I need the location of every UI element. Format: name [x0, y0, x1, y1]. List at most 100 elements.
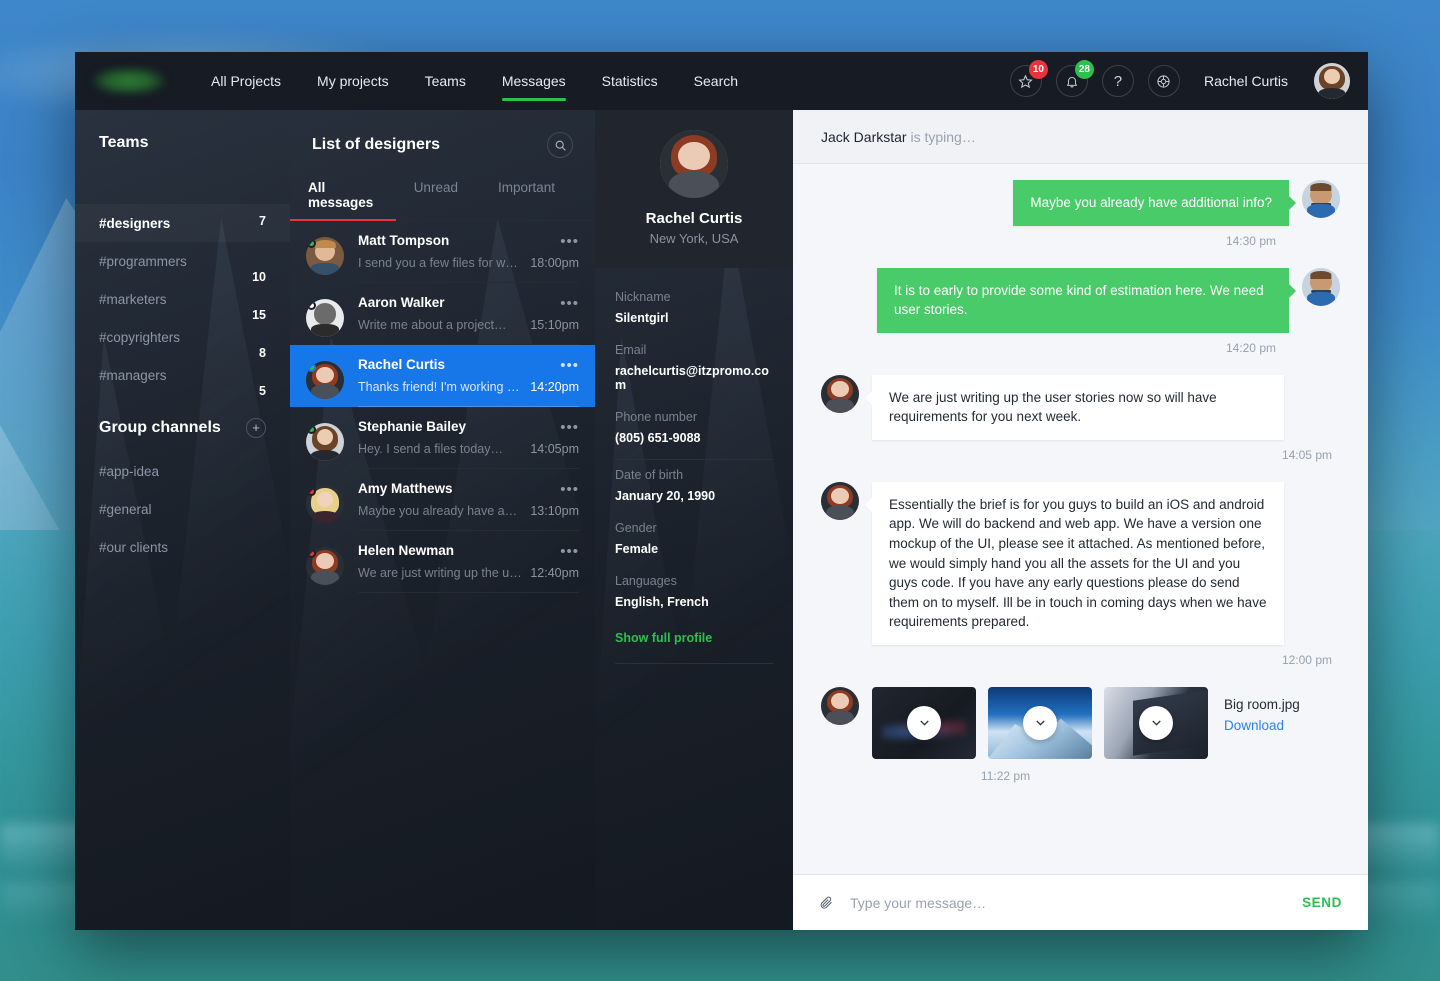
list-item[interactable]: Matt Tompson ••• I send you a few files … [290, 221, 595, 283]
show-full-profile-link[interactable]: Show full profile [615, 631, 773, 664]
field-value: (805) 651-9088 [615, 431, 701, 445]
conversation-menu-button[interactable]: ••• [560, 481, 579, 497]
message-outgoing: It is to early to provide some kind of e… [821, 267, 1340, 333]
group-channels-title: Group channels [99, 419, 221, 436]
team-label: #copyrighters [99, 329, 181, 345]
list-item[interactable]: Helen Newman ••• We are just writing up … [290, 531, 595, 593]
attachment-meta: Big room.jpg Download [1224, 687, 1300, 733]
message-preview: Hey. I send a files today… [358, 442, 503, 456]
field-value: English, French [615, 595, 709, 609]
attachment-timestamp: 11:22 pm [980, 768, 1031, 783]
conversation-menu-button[interactable]: ••• [560, 295, 579, 311]
status-indicator [307, 425, 316, 434]
notifications-button[interactable]: 28 [1055, 60, 1094, 97]
status-indicator [307, 301, 316, 310]
sidebar-item-our-clients[interactable]: #our clients [75, 528, 290, 566]
message-preview: Thanks friend! I'm working now… [358, 380, 522, 394]
message-incoming: We are just writing up the user stories … [821, 374, 1340, 440]
sidebar-item-app-idea[interactable]: #app-idea [75, 452, 290, 490]
add-channel-button[interactable]: + [246, 418, 266, 438]
avatar-image [660, 130, 728, 198]
nav-item-messages[interactable]: Messages [484, 52, 584, 110]
attach-file-button[interactable] [819, 894, 834, 911]
list-item[interactable]: Stephanie Bailey ••• Hey. I send a files… [290, 407, 595, 469]
avatar-image [1302, 180, 1340, 218]
main-nav: All Projects My projects Teams Messages … [193, 52, 756, 110]
list-item[interactable]: Amy Matthews ••• Maybe you already have … [290, 469, 595, 531]
sidebar-item-programmers[interactable]: #programmers 10 [75, 242, 290, 285]
contact-profile-panel: Rachel Curtis New York, USA Nickname Sil… [595, 110, 793, 930]
avatar [1302, 180, 1340, 218]
chat-header: Jack Darkstar is typing… [793, 110, 1368, 164]
message-time: 14:20pm [530, 380, 579, 394]
nav-item-search[interactable]: Search [676, 52, 756, 110]
question-mark-icon: ? [1113, 72, 1123, 90]
message-timestamp: 14:20 pm [1225, 340, 1276, 355]
contact-name: Amy Matthews [358, 481, 453, 496]
field-label: Phone number [615, 410, 698, 424]
avatar [306, 547, 344, 585]
nav-item-teams[interactable]: Teams [407, 52, 484, 110]
download-thumb-button[interactable] [1139, 705, 1173, 740]
sidebar-item-managers[interactable]: #managers 5 [75, 356, 290, 399]
page-title: Rachel Curtis [645, 210, 743, 227]
message-thread[interactable]: Maybe you already have additional info? … [793, 164, 1368, 874]
conversation-list-panel: List of designers All messages Unread Im… [290, 110, 595, 930]
list-item-selected[interactable]: Rachel Curtis ••• Thanks friend! I'm wor… [290, 345, 595, 407]
conversation-list: Matt Tompson ••• I send you a few files … [290, 221, 595, 593]
tab-all-messages[interactable]: All messages [290, 180, 396, 221]
mountain-thumbnail[interactable] [988, 686, 1092, 759]
app-logo[interactable] [93, 68, 165, 94]
avatar [1302, 267, 1340, 306]
conversation-menu-button[interactable]: ••• [560, 543, 579, 559]
message-bubble: Maybe you already have additional info? [1013, 180, 1296, 226]
nav-item-my-projects[interactable]: My projects [299, 52, 407, 110]
sidebar-item-marketers[interactable]: #marketers 15 [75, 280, 290, 323]
notifications-badge: 28 [1074, 60, 1094, 79]
sidebar-item-copyrighters[interactable]: #copyrighters 8 [75, 318, 290, 361]
contact-name: Rachel Curtis [358, 357, 446, 372]
download-thumb-button[interactable] [907, 705, 941, 740]
conversation-menu-button[interactable]: ••• [560, 419, 579, 435]
download-link[interactable]: Download [1224, 718, 1300, 733]
conversation-menu-button[interactable]: ••• [560, 357, 579, 373]
tab-unread[interactable]: Unread [414, 180, 458, 220]
avatar [306, 361, 344, 399]
top-nav-actions: 10 28 ? Rachel Curtis [1009, 60, 1368, 99]
profile-fields: Nickname Silentgirl Email rachelcurtis@i… [595, 268, 793, 664]
profile-location: New York, USA [649, 231, 739, 246]
dashboard-thumbnail[interactable] [872, 686, 976, 759]
message-time: 12:40pm [530, 566, 579, 580]
laptop-thumbnail[interactable] [1104, 686, 1208, 759]
nav-item-all-projects[interactable]: All Projects [193, 52, 299, 110]
message-bubble: It is to early to provide some kind of e… [877, 267, 1296, 333]
top-navigation-bar: All Projects My projects Teams Messages … [75, 52, 1368, 110]
nav-label: My projects [317, 73, 389, 89]
avatar [306, 237, 344, 275]
status-indicator [307, 239, 316, 248]
message-preview: I send you a few files for works… [358, 256, 523, 270]
tab-important[interactable]: Important [498, 180, 555, 220]
profile-field-dob: Date of birth January 20, 1990 [615, 460, 773, 513]
avatar-image [821, 686, 859, 725]
favorites-button[interactable]: 10 [1009, 60, 1048, 97]
sidebar-item-designers[interactable]: #designers 7 [75, 204, 290, 242]
conversation-list-title: List of designers [312, 136, 441, 153]
nav-label: Statistics [601, 73, 658, 89]
send-button[interactable]: SEND [1302, 895, 1342, 910]
sidebar-item-general[interactable]: #general [75, 490, 290, 528]
chevron-down-icon [919, 720, 929, 726]
list-item[interactable]: Aaron Walker ••• Write me about a projec… [290, 283, 595, 345]
support-button[interactable] [1147, 65, 1180, 97]
search-button[interactable] [547, 132, 573, 158]
message-time: 18:00pm [530, 256, 579, 270]
avatar[interactable] [1314, 63, 1350, 99]
download-thumb-button[interactable] [1023, 705, 1057, 740]
help-button[interactable]: ? [1101, 65, 1134, 97]
conversation-menu-button[interactable]: ••• [560, 233, 579, 249]
team-count: 7 [259, 214, 266, 228]
message-outgoing: Maybe you already have additional info? [821, 180, 1340, 226]
search-input message-input[interactable] [850, 894, 1303, 911]
nav-item-statistics[interactable]: Statistics [584, 52, 676, 110]
avatar [306, 485, 344, 523]
